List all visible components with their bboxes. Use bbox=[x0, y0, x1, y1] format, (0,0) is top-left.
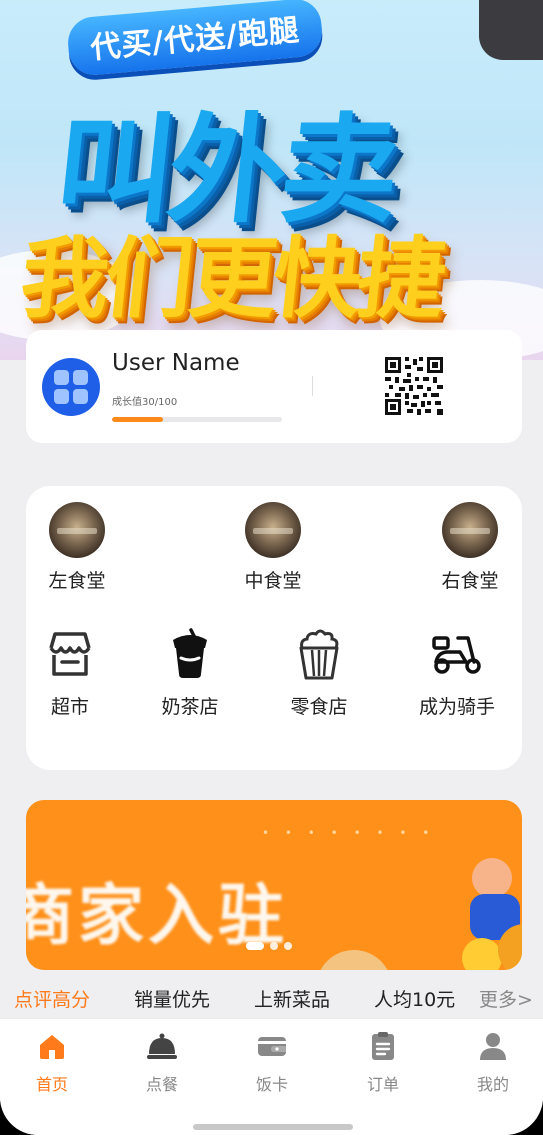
canteen-photo bbox=[245, 502, 301, 558]
carousel-dot[interactable] bbox=[270, 942, 278, 950]
shop-milk-tea[interactable]: 奶茶店 bbox=[130, 628, 250, 719]
scooter-icon bbox=[432, 636, 481, 674]
canteen-photo bbox=[442, 502, 498, 558]
nav-label: 饭卡 bbox=[255, 1075, 288, 1094]
canteen-left[interactable]: 左食堂 bbox=[22, 502, 132, 593]
shop-label: 零食店 bbox=[290, 696, 348, 718]
divider bbox=[312, 376, 313, 396]
shop-label: 成为骑手 bbox=[418, 696, 495, 718]
home-indicator bbox=[193, 1124, 353, 1130]
bottom-nav: 首页 点餐 饭卡 订单 我的 bbox=[0, 1018, 543, 1135]
app-screen: 代买/代送/跑腿 叫外卖 我们更快捷 User Name 成长值30/100 左… bbox=[0, 0, 543, 1135]
nav-label: 我的 bbox=[476, 1075, 509, 1094]
wallet-icon bbox=[258, 1037, 286, 1056]
carousel-indicator[interactable] bbox=[246, 942, 292, 950]
filter-tab-new-dishes[interactable]: 上新菜品 bbox=[254, 985, 330, 1012]
milk-tea-icon bbox=[173, 628, 207, 678]
canteen-label: 中食堂 bbox=[244, 570, 302, 592]
banner-pill: 代买/代送/跑腿 bbox=[65, 0, 324, 77]
corner-decoration bbox=[479, 0, 543, 60]
shop-supermarket[interactable]: 超市 bbox=[10, 628, 130, 719]
carousel-dot[interactable] bbox=[246, 942, 264, 950]
filter-more-link[interactable]: 更多> bbox=[479, 985, 533, 1012]
nav-label: 点餐 bbox=[145, 1075, 178, 1094]
food-cover-icon bbox=[147, 1033, 177, 1059]
growth-progress-fill bbox=[112, 417, 163, 422]
rider-illustration bbox=[462, 858, 522, 970]
avatar[interactable] bbox=[42, 358, 100, 416]
qr-code-icon[interactable] bbox=[385, 357, 443, 415]
user-name: User Name bbox=[112, 350, 240, 376]
banner-slogan: 我们更快捷 bbox=[15, 227, 447, 330]
category-grid: 左食堂 中食堂 右食堂 超市 奶茶店 零食店 成为骑手 bbox=[26, 486, 522, 770]
growth-progress-bar bbox=[112, 417, 282, 422]
filter-tabs: 点评高分 销量优先 上新菜品 人均10元 更多> bbox=[0, 985, 543, 1015]
nav-home[interactable]: 首页 bbox=[12, 1031, 92, 1095]
nav-label: 首页 bbox=[35, 1075, 68, 1094]
nav-profile[interactable]: 我的 bbox=[453, 1031, 533, 1095]
canteen-label: 右食堂 bbox=[441, 570, 499, 592]
clipboard-icon bbox=[372, 1032, 394, 1060]
canteen-photo bbox=[49, 502, 105, 558]
shop-become-rider[interactable]: 成为骑手 bbox=[397, 628, 517, 719]
filter-tab-price[interactable]: 人均10元 bbox=[374, 985, 455, 1012]
nav-meal-card[interactable]: 饭卡 bbox=[232, 1031, 312, 1095]
shop-snacks[interactable]: 零食店 bbox=[259, 628, 379, 719]
user-card[interactable]: User Name 成长值30/100 bbox=[26, 330, 522, 443]
nav-label: 订单 bbox=[366, 1075, 399, 1094]
canteen-middle[interactable]: 中食堂 bbox=[218, 502, 328, 593]
promo-carousel[interactable]: • • • • • • • • 商家入驻 bbox=[26, 800, 522, 970]
hero-banner[interactable]: 代买/代送/跑腿 叫外卖 我们更快捷 bbox=[0, 0, 543, 360]
home-icon bbox=[40, 1035, 64, 1059]
nav-orders[interactable]: 订单 bbox=[343, 1031, 423, 1095]
filter-tab-top-rated[interactable]: 点评高分 bbox=[14, 985, 90, 1012]
canteen-label: 左食堂 bbox=[48, 570, 106, 592]
nav-order-food[interactable]: 点餐 bbox=[122, 1031, 202, 1095]
filter-tab-best-selling[interactable]: 销量优先 bbox=[134, 985, 210, 1012]
carousel-dot[interactable] bbox=[284, 942, 292, 950]
popcorn-icon bbox=[299, 629, 339, 680]
canteen-right[interactable]: 右食堂 bbox=[415, 502, 525, 593]
user-icon bbox=[480, 1033, 506, 1060]
promo-illustration bbox=[316, 950, 392, 970]
shop-label: 奶茶店 bbox=[161, 696, 219, 718]
growth-value: 成长值30/100 bbox=[112, 397, 178, 408]
shop-label: 超市 bbox=[50, 696, 89, 718]
promo-decoration: • • • • • • • • bbox=[262, 826, 436, 840]
store-icon bbox=[49, 632, 91, 676]
